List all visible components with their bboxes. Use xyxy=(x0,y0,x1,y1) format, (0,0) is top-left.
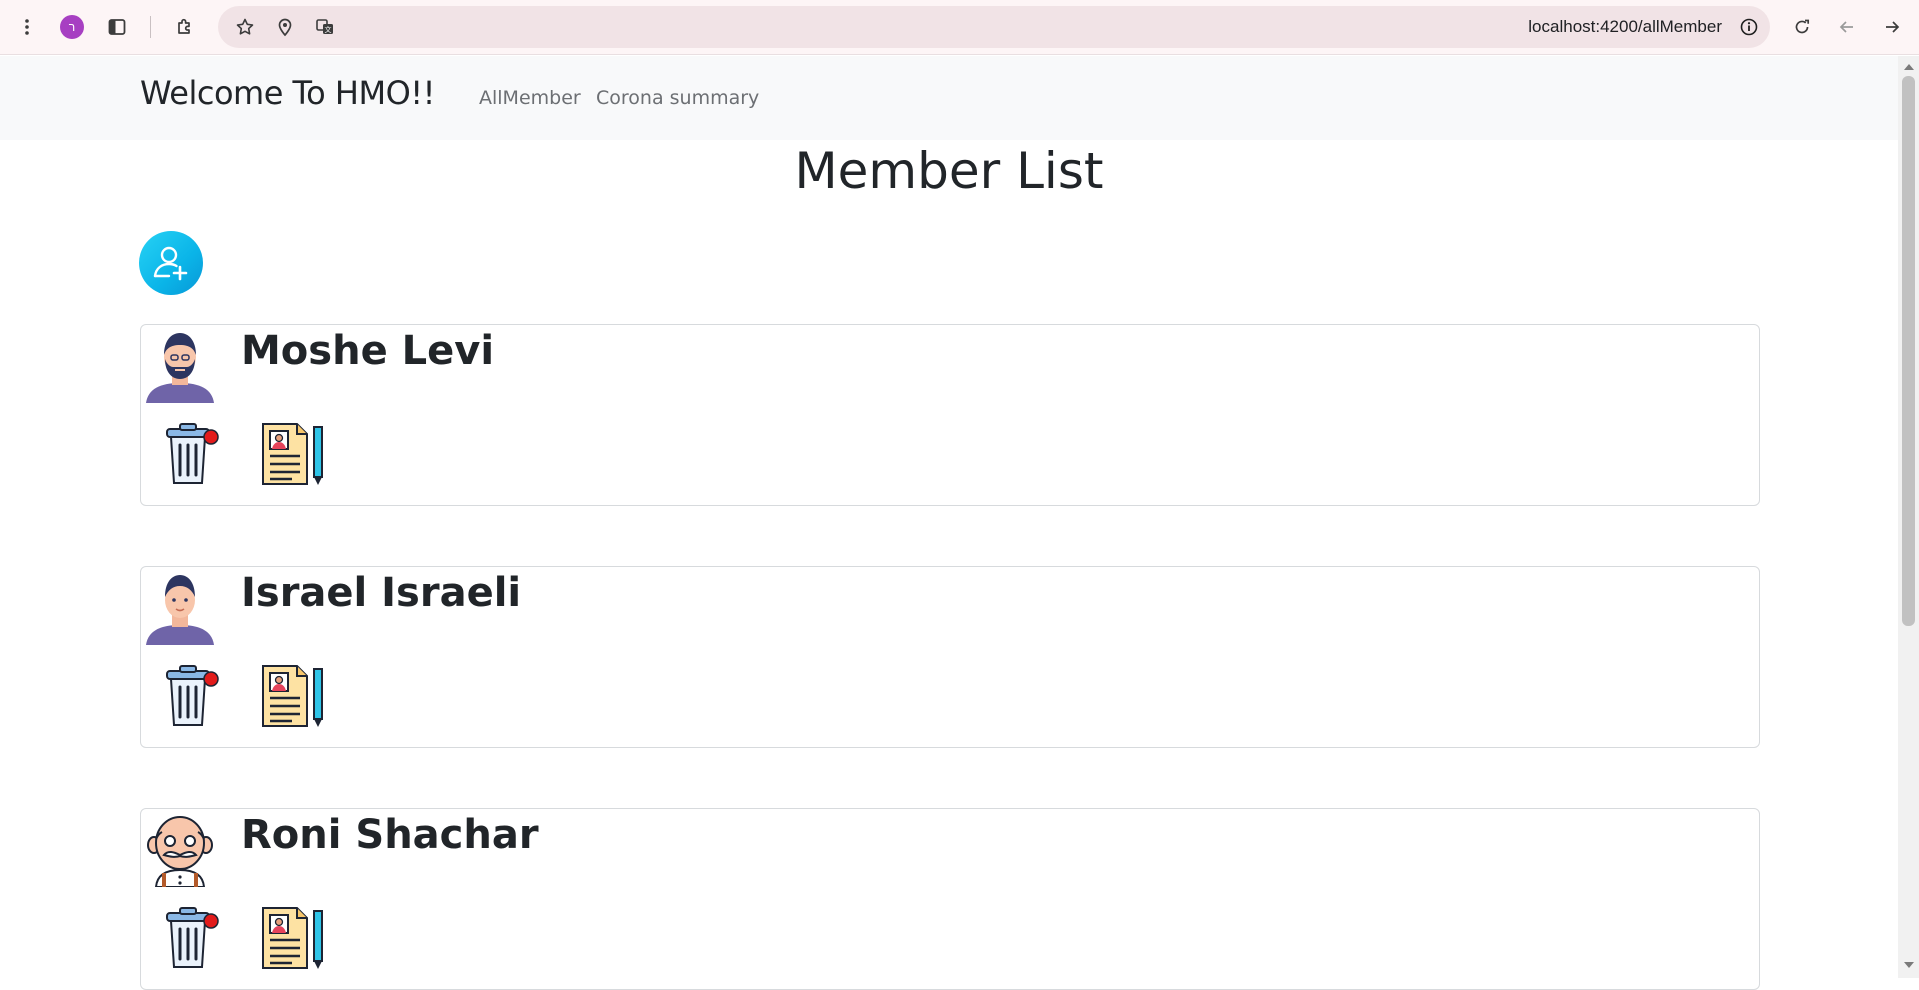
page-title: Member List xyxy=(794,142,1104,200)
nav-link-corona-summary[interactable]: Corona summary xyxy=(596,87,759,109)
scroll-down-arrow[interactable] xyxy=(1904,962,1914,968)
location-pin-icon[interactable] xyxy=(268,10,302,44)
member-name: Roni Shachar xyxy=(241,812,539,858)
scroll-up-arrow[interactable] xyxy=(1904,64,1914,70)
profile-avatar: ר xyxy=(60,15,84,39)
member-card: Roni Shachar xyxy=(140,808,1760,990)
toolbar-divider xyxy=(150,16,151,38)
add-user-icon xyxy=(153,246,188,281)
arrow-left-icon[interactable] xyxy=(1830,10,1864,44)
svg-text:文: 文 xyxy=(325,25,332,34)
puzzle-icon[interactable] xyxy=(168,10,202,44)
trash-icon xyxy=(166,665,219,726)
edit-document-icon xyxy=(262,423,323,485)
add-member-button[interactable] xyxy=(139,231,203,295)
info-icon[interactable] xyxy=(1732,10,1766,44)
profile-button[interactable]: ר xyxy=(55,10,89,44)
star-icon[interactable] xyxy=(228,10,262,44)
member-name: Israel Israeli xyxy=(241,570,522,616)
scrollbar-thumb[interactable] xyxy=(1902,76,1915,626)
member-name: Moshe Levi xyxy=(241,328,495,374)
delete-member-button[interactable] xyxy=(163,905,221,971)
edit-document-icon xyxy=(262,907,323,969)
app-navbar: Welcome To HMO!! AllMember Corona summar… xyxy=(0,56,1898,140)
arrow-right-icon[interactable] xyxy=(1875,10,1909,44)
member-card: Israel Israeli xyxy=(140,566,1760,748)
navbar-brand[interactable]: Welcome To HMO!! xyxy=(140,74,435,112)
delete-member-button[interactable] xyxy=(163,421,221,487)
kebab-menu-icon[interactable] xyxy=(10,10,44,44)
young-man-avatar-icon xyxy=(144,569,216,645)
delete-member-button[interactable] xyxy=(163,663,221,729)
edit-member-button[interactable] xyxy=(259,421,327,487)
side-panel-icon[interactable] xyxy=(100,10,134,44)
edit-member-button[interactable] xyxy=(259,905,327,971)
reload-icon[interactable] xyxy=(1785,10,1819,44)
nav-link-allmember[interactable]: AllMember xyxy=(479,87,581,109)
url-text[interactable]: localhost:4200/allMember xyxy=(1528,17,1722,37)
edit-document-icon xyxy=(262,665,323,727)
bearded-man-avatar-icon xyxy=(144,327,216,403)
address-bar[interactable]: 文 localhost:4200/allMember xyxy=(218,6,1770,48)
edit-member-button[interactable] xyxy=(259,663,327,729)
translate-icon[interactable]: 文 xyxy=(308,10,342,44)
trash-icon xyxy=(166,423,219,484)
browser-toolbar: ר 文 localhost:4200/allMember xyxy=(0,0,1919,55)
member-card: Moshe Levi xyxy=(140,324,1760,506)
trash-icon xyxy=(166,907,219,968)
old-man-avatar-icon xyxy=(144,811,216,887)
